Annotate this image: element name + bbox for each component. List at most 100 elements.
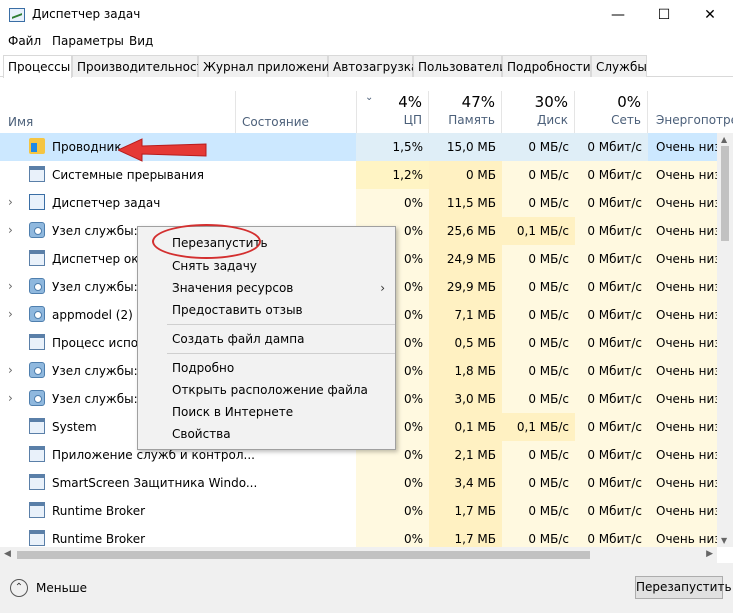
menu-item-end-task[interactable]: Снять задачу [172, 259, 257, 273]
column-disk[interactable]: 30% Диск [502, 91, 575, 133]
expand-chevron-icon[interactable]: › [8, 195, 13, 209]
memory-cell: 25,6 МБ [429, 217, 502, 245]
expand-chevron-icon[interactable]: › [8, 391, 13, 405]
cpu-cell: 0% [356, 525, 429, 547]
window-icon [29, 530, 45, 546]
network-cell: 0 Мбит/с [575, 441, 648, 469]
memory-cell: 29,9 МБ [429, 273, 502, 301]
column-memory[interactable]: 47% Память [429, 91, 502, 133]
cpu-cell: 0% [356, 189, 429, 217]
process-name: System [52, 420, 97, 434]
energy-cell: Очень низк [648, 301, 717, 329]
window-icon [29, 446, 45, 462]
window-icon [29, 474, 45, 490]
close-button[interactable]: ✕ [687, 0, 733, 30]
window-icon [29, 166, 45, 182]
minimize-button[interactable]: — [595, 0, 641, 30]
process-row[interactable]: Системные прерывания 1,2% 0 МБ 0 МБ/с 0 Мбит… [0, 161, 717, 189]
vertical-scrollbar[interactable]: ▲ ▼ [717, 133, 733, 547]
network-cell: 0 Мбит/с [575, 217, 648, 245]
energy-cell: Очень низк [648, 189, 717, 217]
energy-cell: Очень низк [648, 441, 717, 469]
task-manager-icon [29, 194, 45, 210]
tab-performance[interactable]: Производительность [72, 55, 211, 77]
memory-cell: 0,5 МБ [429, 329, 502, 357]
gear-icon [29, 362, 45, 378]
process-name: Узел службы: л [52, 224, 150, 238]
disk-cell: 0 МБ/с [502, 525, 575, 547]
disk-cell: 0 МБ/с [502, 357, 575, 385]
process-row[interactable]: SmartScreen Защитника Windo... 0% 3,4 МБ 0 … [0, 469, 717, 497]
disk-cell: 0 МБ/с [502, 441, 575, 469]
menu-item-open-location[interactable]: Открыть расположение файла [172, 383, 368, 397]
process-row[interactable]: Runtime Broker 0% 1,7 МБ 0 МБ/с 0 Мбит/с Очен… [0, 497, 717, 525]
column-cpu[interactable]: 4% ЦП [356, 91, 429, 133]
menu-bar: Файл Параметры Вид [0, 31, 733, 51]
energy-cell: Очень низк [648, 133, 717, 161]
memory-cell: 3,4 МБ [429, 469, 502, 497]
horizontal-scroll-thumb[interactable] [17, 551, 590, 559]
tab-details[interactable]: Подробности [502, 55, 591, 77]
vertical-scroll-thumb[interactable] [721, 146, 729, 241]
tab-app-history[interactable]: Журнал приложений [198, 55, 337, 77]
process-row[interactable]: Проводник 1,5% 15,0 МБ 0 МБ/с 0 Мбит/с Очень … [0, 133, 717, 161]
menu-view[interactable]: Вид [129, 34, 153, 48]
menu-file[interactable]: Файл [8, 34, 41, 48]
network-cell: 0 Мбит/с [575, 301, 648, 329]
expand-chevron-icon[interactable]: › [8, 223, 13, 237]
column-status[interactable]: Состояние [242, 115, 309, 129]
expand-chevron-icon[interactable]: › [8, 279, 13, 293]
process-name: Диспетчер задач [52, 196, 161, 210]
memory-cell: 1,8 МБ [429, 357, 502, 385]
network-cell: 0 Мбит/с [575, 469, 648, 497]
menu-item-feedback[interactable]: Предоставить отзыв [172, 303, 303, 317]
menu-item-create-dump[interactable]: Создать файл дампа [172, 332, 304, 346]
network-cell: 0 Мбит/с [575, 357, 648, 385]
disk-cell: 0 МБ/с [502, 245, 575, 273]
scroll-left-icon[interactable]: ◀ [4, 549, 11, 559]
menu-item-properties[interactable]: Свойства [172, 427, 231, 441]
restart-button[interactable]: Перезапустить [635, 576, 732, 599]
disk-cell: 0 МБ/с [502, 385, 575, 413]
scroll-right-icon[interactable]: ▶ [706, 549, 713, 559]
network-cell: 0 Мбит/с [575, 189, 648, 217]
disk-total: 30% [534, 93, 568, 111]
energy-cell: Очень низк [648, 245, 717, 273]
scroll-down-icon[interactable]: ▼ [721, 536, 727, 545]
cpu-cell: 1,5% [356, 133, 429, 161]
column-network[interactable]: 0% Сеть [575, 91, 648, 133]
network-cell: 0 Мбит/с [575, 133, 648, 161]
menu-options[interactable]: Параметры [52, 34, 124, 48]
process-name: SmartScreen Защитника Windo... [52, 476, 258, 490]
memory-cell: 2,1 МБ [429, 441, 502, 469]
process-row[interactable]: Runtime Broker 0% 1,7 МБ 0 МБ/с 0 Мбит/с Очен… [0, 525, 717, 547]
process-name: Приложение служб и контрол... [52, 448, 255, 462]
column-name[interactable]: Имя [8, 115, 33, 129]
tab-processes[interactable]: Процессы [3, 55, 72, 78]
scroll-up-icon[interactable]: ▲ [721, 135, 727, 144]
energy-cell: Очень низк [648, 329, 717, 357]
expand-chevron-icon[interactable]: › [8, 307, 13, 321]
column-energy[interactable]: Энергопотре... [648, 91, 733, 133]
disk-cell: 0,1 МБ/с [502, 413, 575, 441]
tab-users[interactable]: Пользователи [413, 55, 507, 77]
menu-item-search-online[interactable]: Поиск в Интернете [172, 405, 293, 419]
fewer-details-link[interactable]: Меньше [36, 581, 87, 595]
process-row[interactable]: › Диспетчер задач 0% 11,5 МБ 0 МБ/с 0 Мбит/с О… [0, 189, 717, 217]
disk-cell: 0 МБ/с [502, 133, 575, 161]
menu-separator [167, 324, 395, 325]
network-cell: 0 Мбит/с [575, 273, 648, 301]
chevron-up-icon[interactable]: ⌃ [10, 579, 28, 597]
menu-item-resource-values[interactable]: Значения ресурсов [172, 281, 293, 295]
tab-startup[interactable]: Автозагрузка [328, 55, 418, 77]
expand-chevron-icon[interactable]: › [8, 363, 13, 377]
window-icon [29, 250, 45, 266]
energy-cell: Очень низк [648, 497, 717, 525]
maximize-button[interactable]: ☐ [641, 0, 687, 30]
memory-cell: 1,7 МБ [429, 525, 502, 547]
energy-cell: Очень низк [648, 273, 717, 301]
tab-services[interactable]: Службы [591, 55, 647, 77]
disk-cell: 0 МБ/с [502, 189, 575, 217]
menu-item-details[interactable]: Подробно [172, 361, 234, 375]
horizontal-scrollbar[interactable]: ◀ ▶ [0, 547, 717, 563]
